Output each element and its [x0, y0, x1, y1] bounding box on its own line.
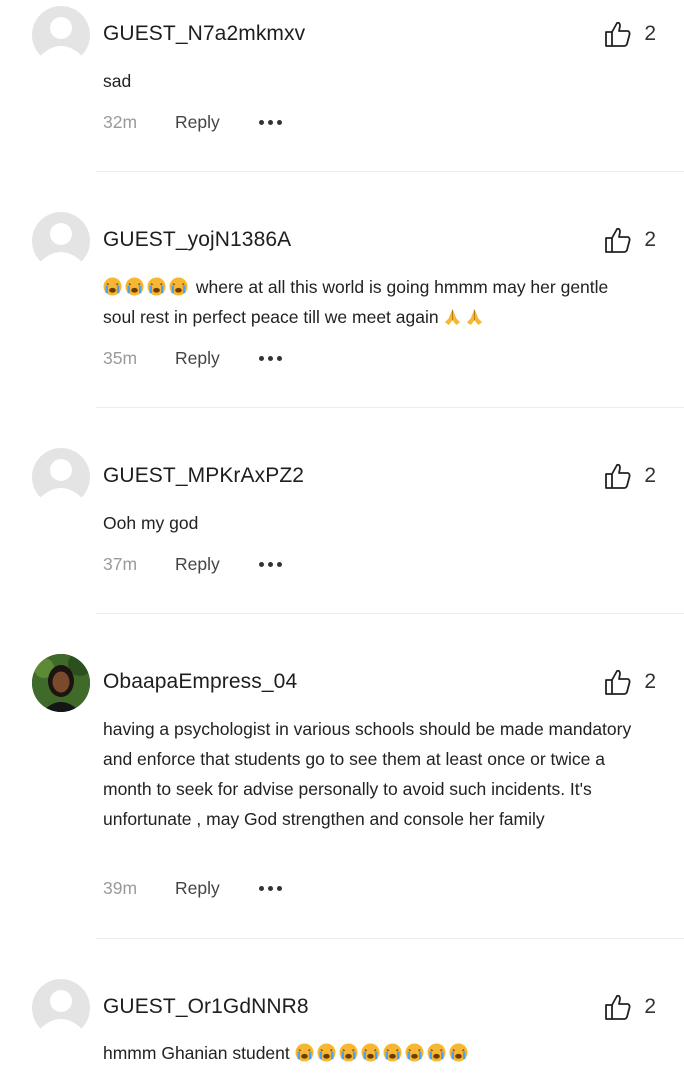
comment-text-line: soul rest in perfect peace till we meet …	[103, 302, 648, 332]
default-avatar-icon[interactable]	[32, 448, 90, 506]
thumbs-up-icon	[605, 21, 631, 47]
comment-username[interactable]: ObaapaEmpress_04	[103, 670, 297, 694]
comment-username[interactable]: GUEST_Or1GdNNR8	[103, 995, 309, 1019]
crying-face-emoji	[449, 1043, 468, 1062]
praying-hands-emoji	[467, 308, 483, 326]
comment-item: GUEST_Or1GdNNR8 2 hmmm Ghanian student	[0, 939, 684, 1080]
crying-face-emoji	[103, 277, 122, 296]
praying-hands-emoji	[445, 308, 461, 326]
reply-button[interactable]: Reply	[175, 112, 259, 133]
comment-time: 32m	[103, 111, 138, 132]
comment-text-segment: where at all this world is going hmmm ma…	[195, 277, 609, 297]
crying-face-emoji	[339, 1043, 358, 1062]
comment-text-segment: soul rest in perfect peace till we meet …	[103, 307, 439, 327]
crying-face-emoji	[361, 1043, 380, 1062]
thumbs-up-icon	[605, 463, 631, 489]
comment-time: 35m	[103, 347, 138, 368]
comment-username[interactable]: GUEST_MPKrAxPZ2	[103, 464, 304, 488]
default-avatar-icon[interactable]	[32, 979, 90, 1037]
crying-face-emoji	[147, 277, 166, 296]
comment-meta: 35m Reply	[103, 346, 282, 370]
reply-button[interactable]: Reply	[175, 878, 259, 899]
like-button[interactable]: 2	[604, 993, 656, 1021]
comment-text: Ooh my god	[103, 513, 199, 533]
crying-face-emoji	[405, 1043, 424, 1062]
comment-username[interactable]: GUEST_N7a2mkmxv	[103, 22, 305, 46]
comment-item: GUEST_yojN1386A 2 where at all this worl…	[0, 172, 684, 408]
thumbs-up-icon	[605, 994, 631, 1020]
default-avatar-icon[interactable]	[32, 212, 90, 270]
comment-time: 39m	[103, 877, 138, 898]
comment-text: sad	[103, 71, 132, 91]
comment-meta: 32m Reply	[103, 110, 282, 134]
comment-item: ObaapaEmpress_04 2 having a psychologist…	[0, 614, 684, 939]
like-count: 2	[644, 670, 656, 693]
comment-text-line: where at all this world is going hmmm ma…	[103, 272, 648, 302]
like-button[interactable]: 2	[604, 20, 656, 48]
like-count: 2	[644, 22, 656, 45]
crying-face-emoji	[427, 1043, 446, 1062]
more-options-icon[interactable]	[259, 885, 282, 891]
like-count: 2	[644, 228, 656, 251]
thumbs-up-icon	[605, 669, 631, 695]
comment-username[interactable]: GUEST_yojN1386A	[103, 228, 291, 252]
comment-meta: 39m Reply	[103, 876, 282, 900]
like-count: 2	[644, 464, 656, 487]
more-options-icon[interactable]	[259, 355, 282, 361]
comment-text: hmmm Ghanian student	[103, 1038, 648, 1068]
comment-time: 37m	[103, 553, 138, 574]
like-count: 2	[644, 995, 656, 1018]
like-button[interactable]: 2	[604, 668, 656, 696]
like-button[interactable]: 2	[604, 462, 656, 490]
comment-text-segment: hmmm Ghanian student	[103, 1043, 290, 1063]
crying-face-emoji	[383, 1043, 402, 1062]
comment-meta: 37m Reply	[103, 552, 282, 576]
reply-button[interactable]: Reply	[175, 348, 259, 369]
thumbs-up-icon	[605, 227, 631, 253]
comment-text: where at all this world is going hmmm ma…	[103, 272, 648, 332]
crying-face-emoji	[317, 1043, 336, 1062]
comment-item: GUEST_N7a2mkmxv 2 sad 32m Reply	[0, 0, 684, 172]
like-button[interactable]: 2	[604, 226, 656, 254]
crying-face-emoji	[295, 1043, 314, 1062]
more-options-icon[interactable]	[259, 119, 282, 125]
reply-button[interactable]: Reply	[175, 554, 259, 575]
crying-face-emoji	[169, 277, 188, 296]
comment-text: having a psychologist in various schools…	[103, 719, 632, 829]
default-avatar-icon[interactable]	[32, 6, 90, 64]
comment-item: GUEST_MPKrAxPZ2 2 Ooh my god 37m Reply	[0, 408, 684, 614]
crying-face-emoji	[125, 277, 144, 296]
user-photo-avatar[interactable]	[32, 654, 90, 712]
more-options-icon[interactable]	[259, 561, 282, 567]
